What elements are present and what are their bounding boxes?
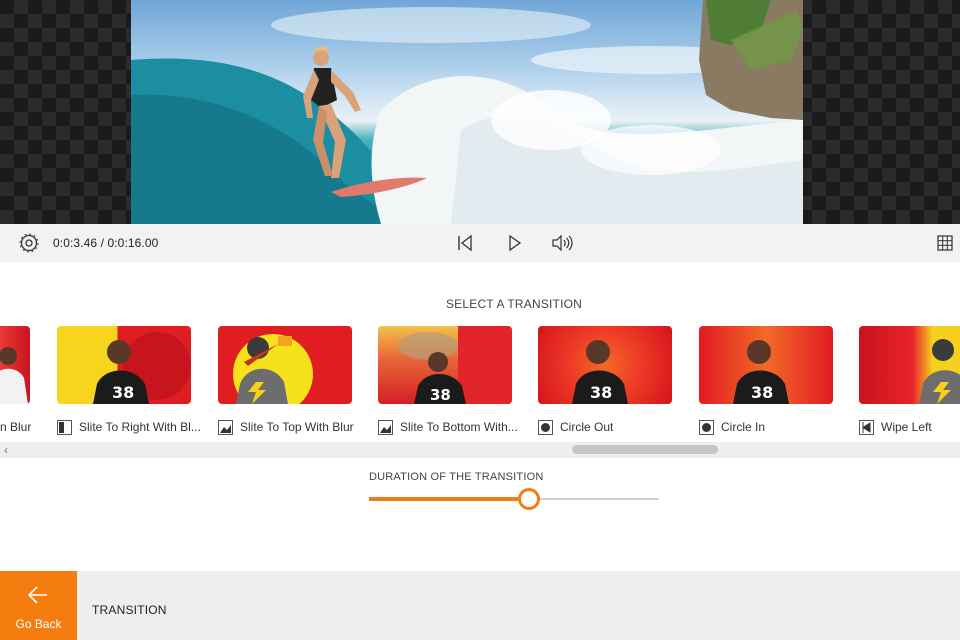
horizontal-scrollbar[interactable]: ‹	[0, 442, 960, 458]
transition-label: Wipe Left	[881, 420, 932, 434]
video-frame	[131, 0, 803, 224]
transition-item-wipe-left[interactable]: Wipe Left	[859, 324, 960, 440]
transition-thumbnail: 38	[699, 326, 833, 404]
svg-text:38: 38	[590, 383, 612, 402]
circle-in-icon	[699, 419, 714, 435]
transition-item-slide-bottom[interactable]: 38 Slite To Bottom With...	[378, 324, 528, 440]
transition-label: Slite To Bottom With...	[400, 420, 518, 434]
transition-label-row: Circle In	[699, 418, 849, 436]
volume-icon[interactable]	[550, 231, 574, 255]
bottom-bar: Go Back TRANSITION	[0, 571, 960, 640]
transition-item-circle-out[interactable]: 38 Circle Out	[538, 324, 688, 440]
transition-item-slide-right[interactable]: 38 Slite To Right With Bl...	[57, 324, 207, 440]
grid-icon[interactable]	[933, 231, 957, 255]
bottom-title: TRANSITION	[92, 603, 167, 617]
transition-thumbnail: 38	[57, 326, 191, 404]
transition-thumbnail	[859, 326, 960, 404]
svg-text:38: 38	[430, 386, 451, 404]
surfer-wave-image	[131, 0, 803, 224]
svg-text:38: 38	[751, 383, 773, 402]
go-back-label: Go Back	[15, 617, 62, 631]
transition-label: Circle Out	[560, 420, 614, 434]
transition-label-row: Wipe Left	[859, 418, 960, 436]
transition-label-row: n Blur	[0, 418, 46, 436]
transition-thumbnail	[0, 326, 30, 404]
play-icon[interactable]	[502, 231, 526, 255]
wipe-left-icon	[859, 419, 874, 435]
transition-label-row: Slite To Top With Blur	[218, 418, 368, 436]
svg-text:38: 38	[112, 383, 134, 402]
transition-label: Slite To Top With Blur	[240, 420, 354, 434]
slide-bottom-icon	[378, 419, 393, 435]
transition-label: Circle In	[721, 420, 766, 434]
transition-thumbnail: 38	[538, 326, 672, 404]
transition-label-row: Slite To Bottom With...	[378, 418, 528, 436]
transition-item-circle-in[interactable]: 38 Circle In	[699, 324, 849, 440]
transition-label-row: Slite To Right With Bl...	[57, 418, 207, 436]
slide-right-icon	[57, 419, 72, 435]
transition-thumbnail: 38	[378, 326, 512, 404]
video-preview-area	[0, 0, 960, 224]
transitions-strip[interactable]: n Blur 38 Slite To Right With Bl... Slit…	[0, 324, 960, 444]
playback-bar: 0:0:3.46 / 0:0:16.00	[0, 224, 960, 262]
duration-label: DURATION OF THE TRANSITION	[369, 471, 544, 483]
transition-item-blur[interactable]: n Blur	[0, 324, 46, 440]
transition-label: Slite To Right With Bl...	[79, 420, 201, 434]
slider-fill	[369, 497, 529, 501]
circle-out-icon	[538, 419, 553, 435]
scrollbar-thumb[interactable]	[572, 445, 718, 454]
app-window: 0:0:3.46 / 0:0:16.00 SELECT A TRANSITION…	[0, 0, 960, 640]
arrow-left-icon	[27, 586, 47, 604]
go-back-button[interactable]: Go Back	[0, 571, 77, 640]
slide-top-icon	[218, 419, 233, 435]
transition-label-row: Circle Out	[538, 418, 688, 436]
skip-back-icon[interactable]	[453, 231, 477, 255]
settings-icon[interactable]	[17, 231, 41, 255]
slider-thumb[interactable]	[518, 488, 540, 510]
duration-slider[interactable]	[369, 488, 659, 510]
select-transition-title: SELECT A TRANSITION	[445, 297, 583, 311]
scroll-left-icon[interactable]: ‹	[4, 443, 8, 457]
transition-label: n Blur	[0, 420, 32, 434]
transition-item-slide-top[interactable]: Slite To Top With Blur	[218, 324, 368, 440]
time-readout: 0:0:3.46 / 0:0:16.00	[53, 236, 159, 250]
transition-thumbnail	[218, 326, 352, 404]
